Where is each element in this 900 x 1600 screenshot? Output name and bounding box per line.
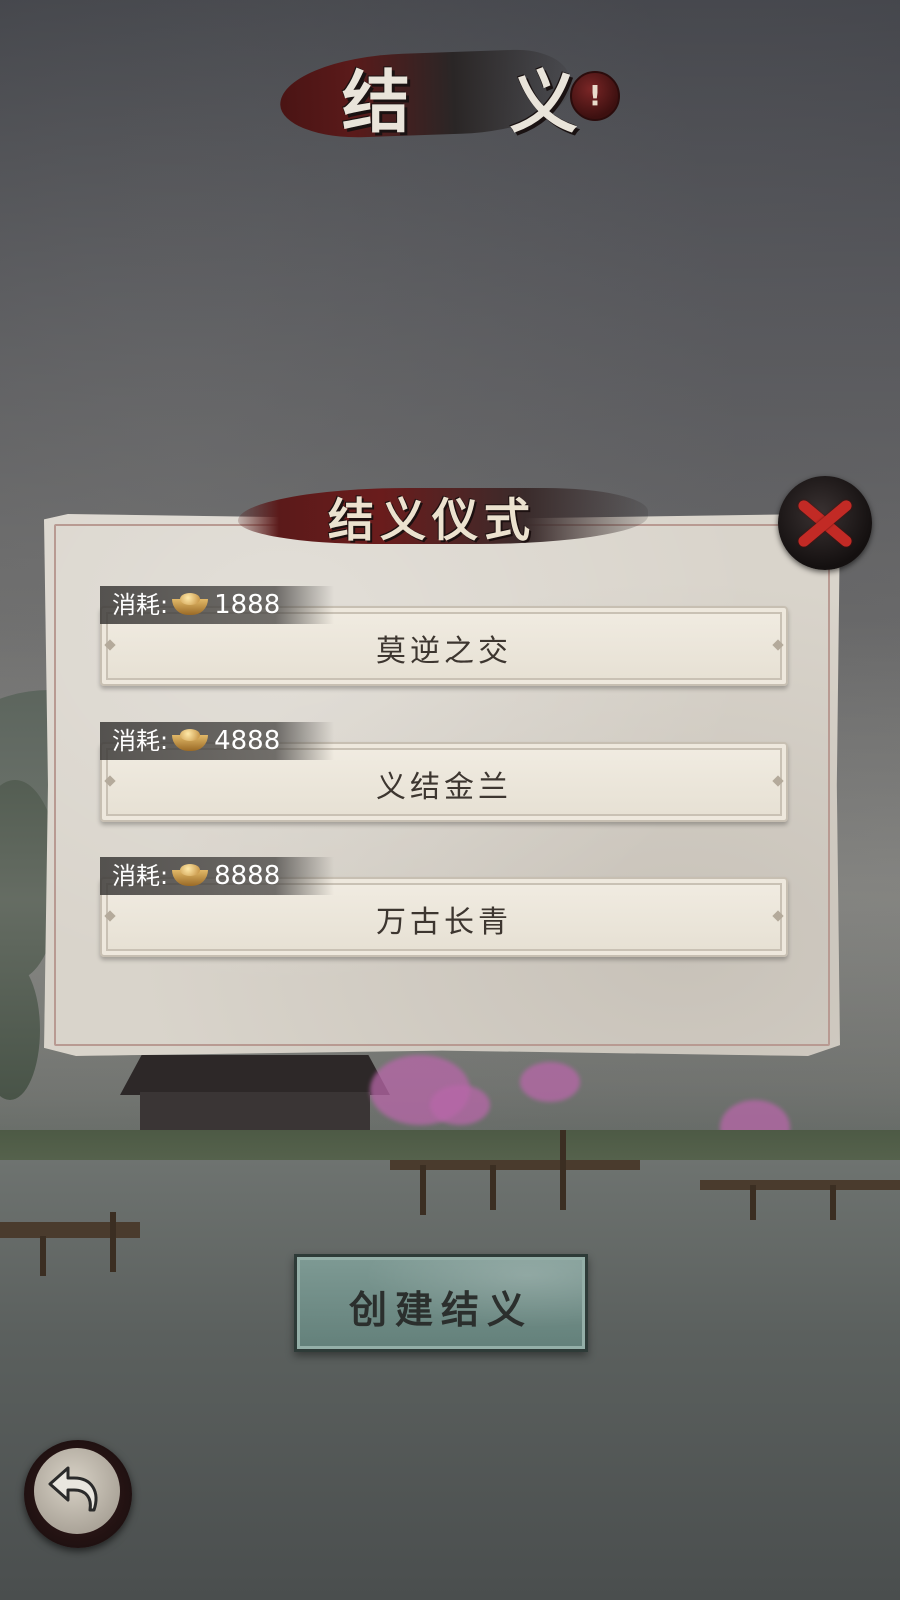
info-icon[interactable]: ! xyxy=(570,71,620,121)
close-button[interactable] xyxy=(778,476,872,570)
back-arrow-icon xyxy=(48,1466,98,1512)
dock-post xyxy=(750,1185,756,1220)
cost-value: 4888 xyxy=(214,726,281,756)
option-name: 万古长青 xyxy=(376,905,512,940)
blossom-tree xyxy=(430,1085,490,1125)
dock-post xyxy=(490,1165,496,1210)
cost-tag: 消耗: 4888 xyxy=(100,722,334,760)
dock-post xyxy=(830,1185,836,1220)
blossom-tree xyxy=(520,1062,580,1102)
back-button-face xyxy=(34,1448,120,1534)
pavilion-roof xyxy=(120,1055,390,1095)
dock xyxy=(390,1160,640,1170)
dock-post xyxy=(560,1130,566,1210)
dock-post xyxy=(40,1236,46,1276)
gold-ingot-icon xyxy=(170,862,210,888)
cost-value: 8888 xyxy=(214,861,281,891)
create-sworn-brotherhood-button[interactable]: 创建结义 xyxy=(294,1254,588,1352)
cost-tag: 消耗: 8888 xyxy=(100,857,334,895)
back-button[interactable] xyxy=(24,1440,132,1548)
create-button-label: 创建结义 xyxy=(348,1287,533,1332)
cost-label: 消耗: xyxy=(112,591,169,619)
ceremony-option: 万古长青 消耗: 8888 xyxy=(100,857,788,957)
panel-header: 结义仪式 xyxy=(238,480,648,550)
dock-post xyxy=(110,1212,116,1272)
gold-ingot-icon xyxy=(170,591,210,617)
screen-title-banner: 结 义 ! xyxy=(278,45,620,145)
ceremony-option: 莫逆之交 消耗: 1888 xyxy=(100,586,788,686)
option-name: 莫逆之交 xyxy=(376,634,512,669)
cost-label: 消耗: xyxy=(112,862,169,890)
dock-post xyxy=(420,1165,426,1215)
option-name: 义结金兰 xyxy=(376,770,512,805)
dock xyxy=(0,1222,140,1238)
dock xyxy=(700,1180,900,1190)
cost-label: 消耗: xyxy=(112,727,169,755)
cost-tag: 消耗: 1888 xyxy=(100,586,334,624)
gold-ingot-icon xyxy=(170,727,210,753)
panel-title: 结义仪式 xyxy=(328,493,536,547)
cost-value: 1888 xyxy=(214,590,281,620)
ceremony-option: 义结金兰 消耗: 4888 xyxy=(100,722,788,822)
